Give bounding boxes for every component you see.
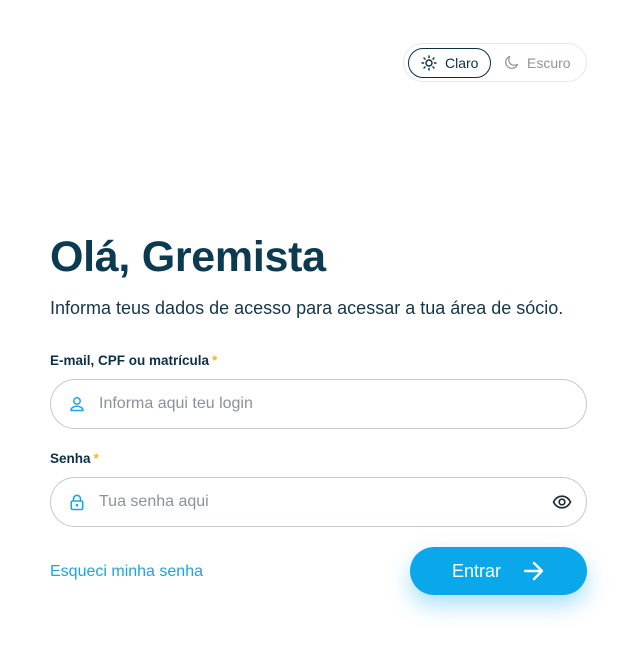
page-subtitle: Informa teus dados de acesso para acessa…	[50, 298, 564, 318]
eye-icon[interactable]	[552, 493, 572, 511]
forgot-password-link[interactable]: Esqueci minha senha	[50, 563, 203, 581]
theme-dark-label: Escuro	[527, 54, 571, 71]
required-mark: *	[212, 353, 218, 368]
lock-icon	[70, 494, 84, 511]
login-field[interactable]	[50, 379, 587, 429]
theme-dark-option[interactable]: Escuro	[491, 48, 571, 78]
theme-light-option[interactable]: Claro	[408, 47, 491, 78]
page-title: Olá, Gremista	[50, 233, 326, 281]
login-label-text: E-mail, CPF ou matrícula	[50, 353, 210, 368]
submit-button[interactable]: Entrar	[410, 547, 587, 595]
submit-label: Entrar	[451, 560, 502, 581]
login-page: Claro Escuro Olá, Gremista Informa teus …	[0, 0, 626, 657]
login-input[interactable]	[99, 380, 539, 428]
password-input[interactable]	[99, 478, 539, 526]
required-mark: *	[93, 451, 99, 466]
password-label-text: Senha	[50, 451, 91, 466]
theme-light-label: Claro	[445, 54, 479, 71]
moon-icon	[505, 55, 519, 69]
arrow-right-icon	[523, 561, 544, 581]
password-field[interactable]	[50, 477, 587, 527]
login-label: E-mail, CPF ou matrícula *	[50, 353, 217, 368]
password-label: Senha *	[50, 451, 99, 466]
theme-toggle: Claro Escuro	[403, 43, 587, 82]
user-icon	[70, 397, 84, 412]
sun-icon	[421, 54, 437, 71]
